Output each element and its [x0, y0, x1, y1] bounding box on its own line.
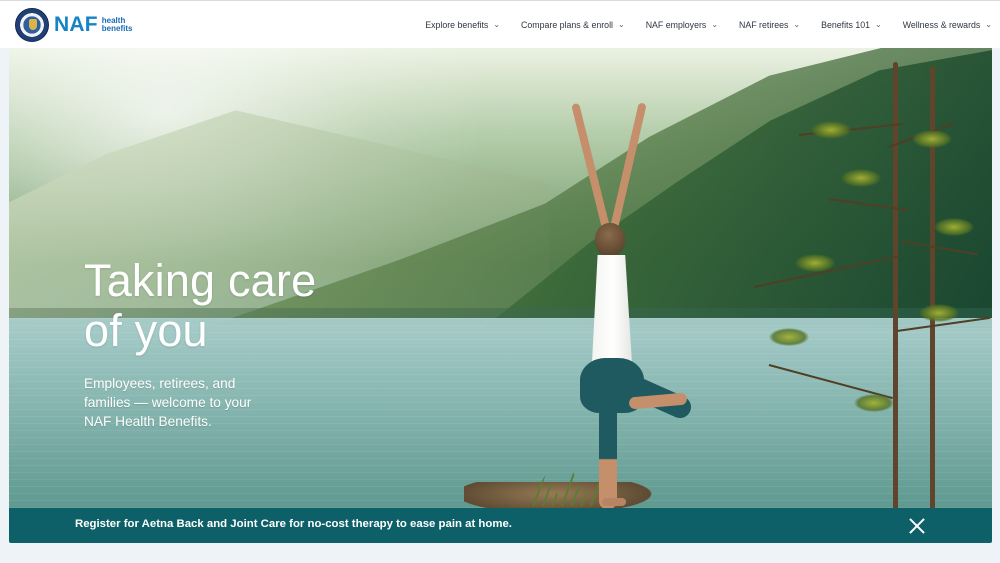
nav-compare-plans-enroll[interactable]: Compare plans & enroll ⌄ — [521, 19, 625, 31]
raised-arm — [571, 102, 610, 229]
nav-label: Wellness & rewards — [902, 20, 981, 30]
woman-yoga-pose-image — [557, 100, 707, 508]
site-header: NAF health benefits Explore benefits ⌄ C… — [0, 0, 1000, 48]
chevron-down-icon: ⌄ — [493, 19, 501, 29]
white-tank-top — [591, 255, 633, 370]
nav-explore-benefits[interactable]: Explore benefits ⌄ — [425, 19, 501, 31]
hero-description: Employees, retirees, and families — welc… — [84, 376, 252, 429]
standing-foot — [602, 498, 626, 506]
pine-foliage — [912, 130, 952, 148]
chevron-down-icon: ⌄ — [875, 19, 882, 29]
department-seal-icon — [15, 8, 49, 42]
chevron-down-icon: ⌄ — [617, 19, 625, 29]
chevron-down-icon: ⌄ — [985, 19, 992, 29]
announcement-text[interactable]: Register for Aetna Back and Joint Care f… — [75, 518, 512, 530]
nav-naf-employers[interactable]: NAF employers ⌄ — [645, 19, 719, 31]
hero-title: Taking care of you — [84, 255, 317, 356]
nav-label: Explore benefits — [425, 20, 489, 30]
nav-benefits-101[interactable]: Benefits 101 ⌄ — [821, 19, 882, 31]
pine-tree-trunk — [893, 62, 898, 508]
nav-label: NAF employers — [645, 20, 707, 30]
naf-health-benefits-logo[interactable]: NAF health benefits — [15, 8, 136, 42]
nav-wellness-rewards[interactable]: Wellness & rewards ⌄ — [902, 19, 992, 31]
pine-foliage — [769, 328, 809, 346]
pine-foliage — [854, 394, 894, 412]
nav-label: NAF retirees — [739, 20, 789, 30]
main-navigation: Explore benefits ⌄ Compare plans & enrol… — [404, 1, 992, 49]
pine-foliage — [795, 254, 835, 272]
announcement-banner: Register for Aetna Back and Joint Care f… — [9, 508, 992, 543]
head — [595, 223, 625, 257]
pine-foliage — [919, 304, 959, 322]
pine-foliage — [841, 169, 881, 187]
hero-banner: Taking care of you Employees, retirees, … — [9, 48, 992, 508]
nav-naf-retirees[interactable]: NAF retirees ⌄ — [739, 19, 801, 31]
chevron-down-icon: ⌄ — [711, 19, 719, 29]
raised-arm — [610, 102, 647, 229]
chevron-down-icon: ⌄ — [793, 19, 801, 29]
close-icon[interactable] — [907, 516, 927, 536]
logo-brand: NAF — [54, 13, 98, 36]
logo-subtitle: health benefits — [101, 16, 133, 33]
nav-label: Benefits 101 — [821, 20, 871, 30]
standing-leg — [599, 397, 617, 508]
pine-foliage — [934, 218, 974, 236]
pine-foliage — [811, 121, 851, 139]
nav-label: Compare plans & enroll — [521, 20, 613, 30]
